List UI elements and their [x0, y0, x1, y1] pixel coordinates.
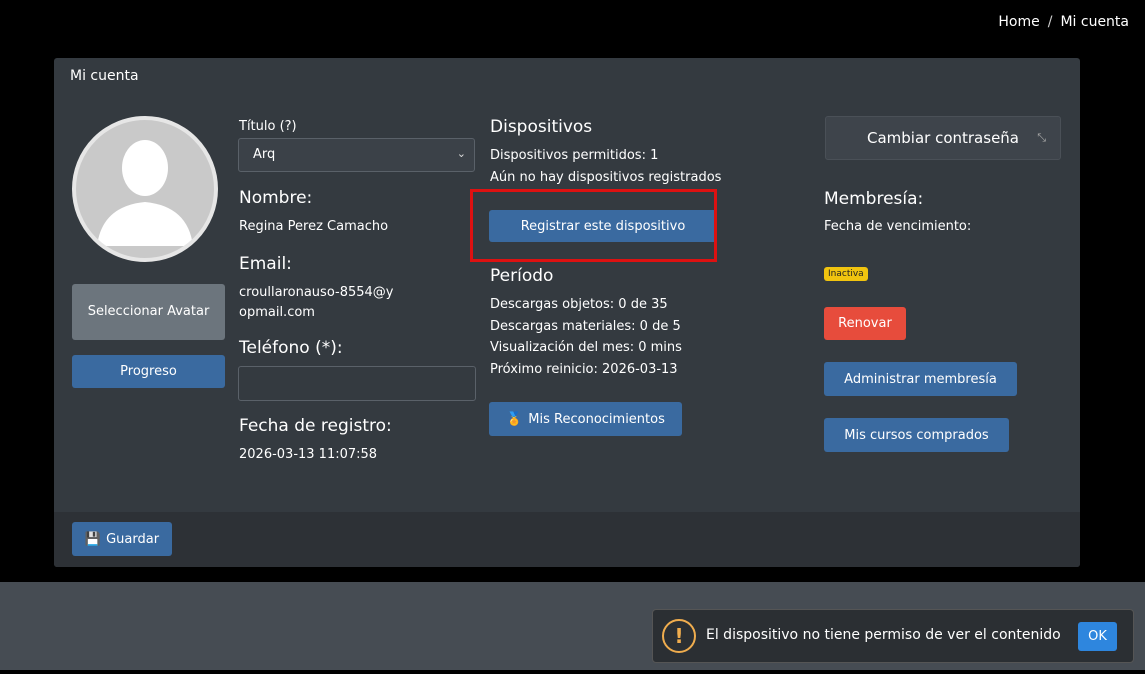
change-password-label: Cambiar contraseña [866, 129, 1019, 147]
purchased-courses-button[interactable]: Mis cursos comprados [824, 418, 1009, 452]
save-label: Guardar [106, 531, 160, 547]
save-icon: 💾 [84, 531, 102, 547]
breadcrumb-home[interactable]: Home [998, 14, 1039, 30]
devices-none: Aún no hay dispositivos registrados [490, 170, 722, 185]
toast-ok-button[interactable]: OK [1078, 622, 1117, 651]
title-label: Título (?) [239, 119, 297, 134]
downloads-materials: Descargas materiales: 0 de 5 [490, 319, 681, 334]
period-title: Período [490, 266, 554, 286]
expiry-label: Fecha de vencimiento: [824, 219, 972, 234]
card-footer: 💾 Guardar [54, 512, 1080, 567]
email-value: croullaronauso-8554@yopmail.com [239, 285, 394, 320]
user-silhouette-icon [97, 140, 193, 246]
achievements-label: Mis Reconocimientos [528, 411, 665, 427]
manage-membership-button[interactable]: Administrar membresía [824, 362, 1017, 396]
medal-icon: 🏅 [506, 411, 523, 427]
phone-label: Teléfono (*): [239, 338, 343, 358]
toast-message: El dispositivo no tiene permiso de ver e… [706, 627, 1061, 643]
name-label: Nombre: [239, 188, 313, 208]
warning-icon: ! [662, 619, 696, 653]
breadcrumb: Home / Mi cuenta [998, 14, 1129, 30]
view-month: Visualización del mes: 0 mins [490, 340, 682, 355]
highlight-box [470, 189, 717, 262]
name-value: Regina Perez Camacho [239, 219, 389, 234]
phone-input[interactable] [238, 366, 476, 401]
toast-notification: ! El dispositivo no tiene permiso de ver… [652, 609, 1134, 663]
achievements-button[interactable]: 🏅 Mis Reconocimientos [489, 402, 682, 436]
status-badge: Inactiva [824, 267, 868, 281]
change-password-button[interactable]: Cambiar contraseña ⤡ [825, 116, 1061, 160]
progress-button[interactable]: Progreso [72, 355, 225, 388]
registration-date-label: Fecha de registro: [239, 416, 392, 436]
downloads-objects: Descargas objetos: 0 de 35 [490, 297, 668, 312]
breadcrumb-separator: / [1047, 14, 1053, 30]
save-button[interactable]: 💾 Guardar [72, 522, 172, 556]
chevron-down-icon: ⌄ [456, 147, 466, 160]
devices-title: Dispositivos [490, 117, 593, 137]
title-select-value: Arq [253, 147, 276, 162]
breadcrumb-current: Mi cuenta [1060, 14, 1129, 30]
membership-title: Membresía: [824, 189, 924, 209]
compress-icon: ⤡ [1037, 131, 1046, 144]
devices-allowed: Dispositivos permitidos: 1 [490, 148, 659, 163]
renew-button[interactable]: Renovar [824, 307, 906, 340]
title-select[interactable]: Arq ⌄ [238, 138, 475, 172]
card-title: Mi cuenta [70, 68, 139, 84]
avatar [72, 116, 218, 262]
email-label: Email: [239, 254, 292, 274]
select-avatar-button[interactable]: Seleccionar Avatar [72, 284, 225, 340]
registration-date-value: 2026-03-13 11:07:58 [239, 447, 378, 462]
next-reset: Próximo reinicio: 2026-03-13 [490, 362, 678, 377]
account-card: Mi cuenta Seleccionar Avatar Progreso Tí… [54, 58, 1080, 567]
